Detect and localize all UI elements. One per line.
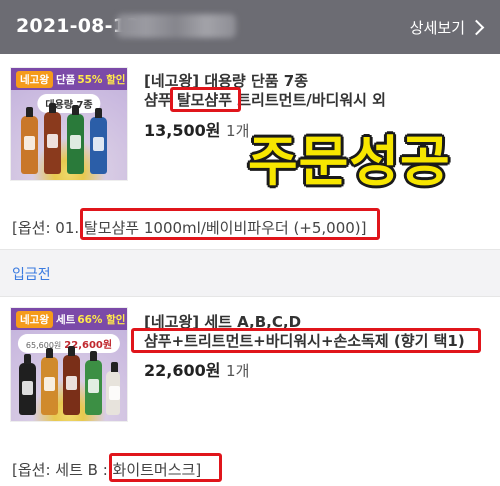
product-thumbnail-1[interactable]: 네고왕 단품 55% 할인 대용량 7종: [10, 67, 128, 181]
price-value: 13,500원: [144, 121, 221, 140]
thumbnail-old-price: 65,600원: [25, 341, 62, 350]
option-prefix: [옵션: 01.: [12, 219, 84, 237]
product-thumbnail-2[interactable]: 네고왕 세트 66% 할인 65,600원 22,600원: [10, 307, 128, 422]
bottle-image: [90, 108, 107, 174]
payment-status-label: 입금전: [12, 267, 51, 283]
bottle-image: [106, 362, 120, 415]
bottle-image: [85, 351, 102, 415]
view-details-label: 상세보기: [409, 19, 465, 37]
blurred-order-number: [116, 14, 236, 38]
thumbnail-discount: 55% 할인: [77, 73, 126, 86]
quantity: 1개: [226, 362, 250, 380]
price-value: 22,600원: [144, 361, 221, 380]
view-details-button[interactable]: 상세보기: [409, 17, 485, 38]
thumbnail-banner-text: 단품: [55, 73, 76, 86]
option-prefix: [옵션: 세트 B :: [12, 461, 113, 479]
product-name-suffix: 트리트먼트/바디워시 외: [232, 91, 386, 109]
bottle-image: [41, 348, 58, 415]
product-price-2: 22,600원 1개: [144, 357, 249, 381]
thumbnail-banner: 네고왕 단품 55% 할인: [11, 68, 127, 90]
order-success-overlay: 주문성공: [248, 130, 451, 193]
thumbnail-banner-text: 세트: [55, 313, 76, 326]
bottle-image: [21, 107, 38, 174]
highlight-box: [170, 87, 241, 112]
thumbnail-brand: 네고왕: [16, 310, 53, 328]
chevron-right-icon: [468, 19, 485, 36]
thumbnail-banner: 네고왕 세트 66% 할인: [11, 308, 127, 330]
quantity: 1개: [226, 122, 250, 140]
product-price-1: 13,500원 1개: [144, 117, 249, 141]
highlight-box: [131, 328, 481, 353]
bottle-image: [19, 354, 36, 415]
bottle-image: [44, 103, 61, 174]
highlight-box: [80, 208, 380, 240]
thumbnail-discount: 66% 할인: [77, 313, 126, 326]
highlight-box: [109, 453, 222, 482]
thumbnail-brand: 네고왕: [16, 70, 53, 88]
bottle-image: [67, 105, 84, 174]
thumbnail-pill: 대용량 7종: [37, 94, 101, 113]
bottle-image: [63, 346, 80, 415]
payment-status-band: 입금전: [0, 249, 500, 297]
order-date-header: 2021-08-13 상세보기: [0, 0, 500, 54]
